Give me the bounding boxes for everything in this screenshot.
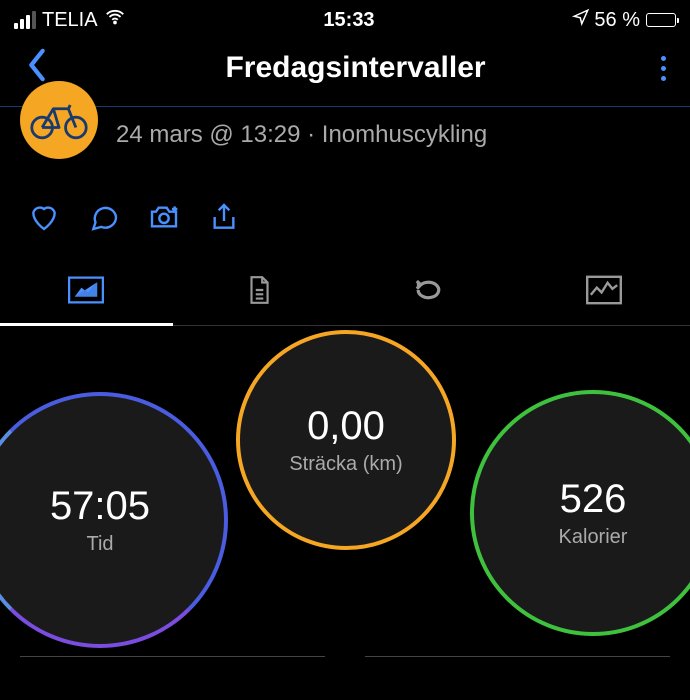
chart-icon (586, 275, 622, 305)
signal-icon (14, 11, 36, 29)
activity-subtitle: 24 mars @ 13:29 · Inomhuscykling (116, 121, 487, 149)
metric-time-label: Tid (86, 533, 113, 556)
clock-label: 15:33 (323, 9, 374, 32)
camera-plus-icon (148, 201, 180, 233)
metrics-panel: 57:05 Tid 526 Kalorier 0,00 Sträcka (km) (0, 330, 690, 670)
tab-bar (0, 257, 690, 326)
status-bar: TELIA 15:33 56 % (0, 0, 690, 36)
page-title: Fredagsintervaller (225, 51, 485, 85)
metric-distance[interactable]: 0,00 Sträcka (km) (236, 330, 456, 550)
action-bar (0, 177, 690, 257)
photo-button[interactable] (148, 201, 180, 233)
activity-header: 24 mars @ 13:29 · Inomhuscykling (0, 107, 690, 177)
share-icon (208, 201, 240, 233)
share-button[interactable] (208, 201, 240, 233)
more-button[interactable] (657, 52, 670, 85)
comment-button[interactable] (88, 201, 120, 233)
overview-icon (68, 275, 104, 305)
comment-icon (88, 201, 120, 233)
metric-calories-value: 526 (560, 477, 627, 522)
metric-calories[interactable]: 526 Kalorier (470, 390, 690, 636)
tab-charts[interactable] (518, 265, 690, 325)
metric-distance-label: Sträcka (km) (289, 453, 402, 476)
metric-distance-value: 0,00 (307, 404, 385, 449)
metric-time[interactable]: 57:05 Tid (0, 392, 228, 648)
carrier-label: TELIA (42, 9, 98, 32)
status-right: 56 % (572, 8, 676, 32)
status-left: TELIA (14, 6, 126, 34)
tab-overview[interactable] (0, 265, 173, 325)
header: Fredagsintervaller (0, 36, 690, 107)
wifi-icon (104, 6, 126, 34)
location-icon (572, 8, 590, 32)
metric-calories-label: Kalorier (559, 526, 628, 549)
tab-indicator (0, 323, 173, 326)
metric-time-value: 57:05 (50, 484, 150, 529)
tab-stats[interactable] (173, 265, 346, 325)
activity-avatar[interactable] (20, 81, 98, 159)
loop-icon (413, 275, 449, 305)
battery-text: 56 % (594, 9, 640, 32)
tab-laps[interactable] (345, 265, 518, 325)
like-button[interactable] (28, 201, 60, 233)
document-icon (241, 275, 277, 305)
bicycle-icon (29, 98, 89, 142)
heart-icon (28, 201, 60, 233)
battery-icon (646, 13, 676, 27)
divider (20, 656, 670, 658)
